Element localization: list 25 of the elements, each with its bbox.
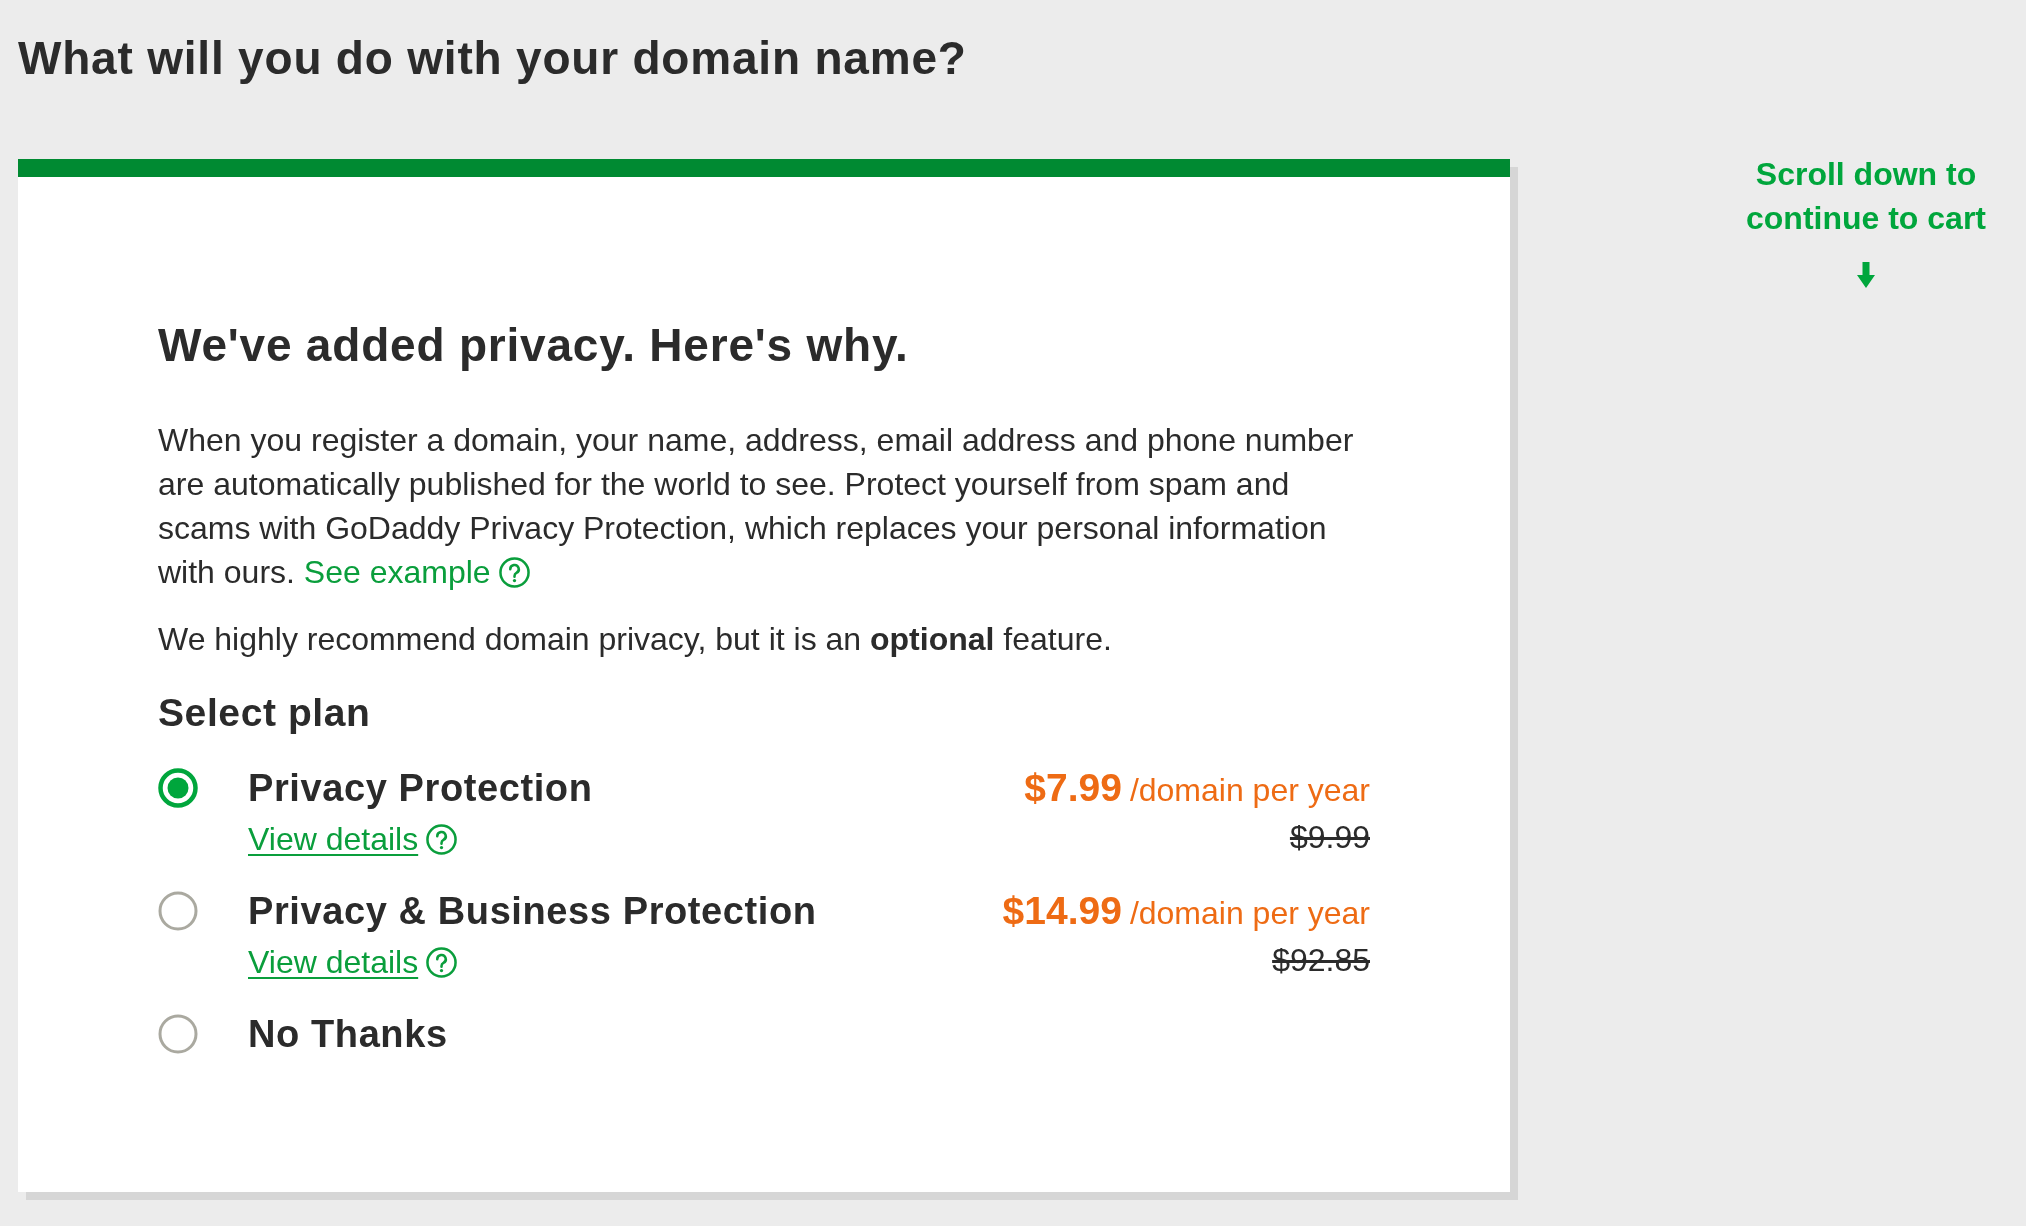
view-details-link[interactable]: View details	[248, 940, 458, 984]
plan-name: Privacy & Business Protection	[248, 889, 817, 934]
price-unit: /domain per year	[1129, 895, 1370, 931]
down-arrow-icon	[1857, 262, 1875, 288]
select-plan-heading: Select plan	[158, 690, 372, 736]
plan-name: No Thanks	[248, 1012, 448, 1057]
radio-button[interactable]	[158, 891, 198, 931]
plan-price: $7.99	[1024, 766, 1122, 809]
plan-price: $14.99	[1002, 889, 1122, 932]
plan-name: Privacy Protection	[248, 766, 593, 811]
radio-button[interactable]	[158, 1014, 198, 1054]
view-details-link[interactable]: View details	[248, 817, 458, 861]
question-icon	[426, 946, 458, 978]
original-price: $9.99	[1289, 819, 1370, 855]
page-heading: What will you do with your domain name?	[18, 31, 968, 86]
scroll-hint-text: Scroll down to continue to cart	[1745, 155, 1987, 238]
radio-button[interactable]	[158, 768, 198, 808]
question-icon	[498, 556, 530, 588]
question-icon	[426, 823, 458, 855]
card-title: We've added privacy. Here's why.	[158, 318, 910, 373]
description-paragraph: When you register a domain, your name, address, email address and phone number are automatically published for the world to see. Protect yourself from spam and scams with GoDaddy Privacy Protection, which replaces your personal information with ours. See example	[158, 418, 1373, 594]
recommendation-paragraph: We highly recommend domain privacy, but it is an optional feature.	[158, 620, 1113, 659]
price-unit: /domain per year	[1129, 772, 1370, 808]
original-price: $92.85	[1272, 942, 1370, 978]
see-example-link[interactable]: See example	[303, 550, 530, 594]
